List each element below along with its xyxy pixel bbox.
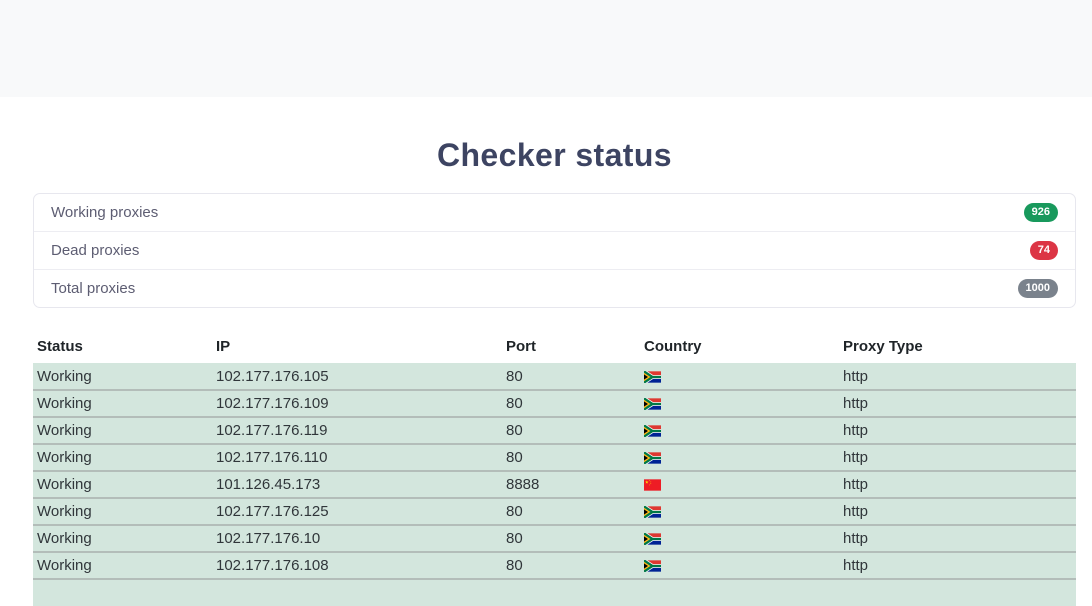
table-row-partial xyxy=(33,579,1076,606)
country-cell xyxy=(640,579,839,606)
ip-cell: 102.177.176.109 xyxy=(212,390,502,417)
summary-label: Total proxies xyxy=(51,278,135,299)
country-cell xyxy=(640,390,839,417)
country-flag-icon-za xyxy=(644,533,661,545)
status-cell: Working xyxy=(33,525,212,552)
page-title: Checker status xyxy=(33,133,1076,178)
country-flag-icon xyxy=(644,588,661,600)
main-container: Checker status Working proxies 926 Dead … xyxy=(33,133,1076,606)
summary-item-working: Working proxies 926 xyxy=(34,194,1075,231)
status-cell: Working xyxy=(33,471,212,498)
port-cell: 80 xyxy=(502,498,640,525)
proxy-table-body: Working 102.177.176.105 80 http Working … xyxy=(33,363,1076,606)
column-header-ip: IP xyxy=(212,332,502,363)
status-cell xyxy=(33,579,212,606)
ip-cell xyxy=(212,579,502,606)
proxy-type-cell: http xyxy=(839,525,1076,552)
country-flag-icon-za xyxy=(644,425,661,437)
status-cell: Working xyxy=(33,363,212,390)
country-flag-icon-za xyxy=(644,398,661,410)
working-count-badge: 926 xyxy=(1024,203,1058,222)
dead-count-badge: 74 xyxy=(1030,241,1058,260)
proxy-type-cell: http xyxy=(839,390,1076,417)
port-cell: 8888 xyxy=(502,471,640,498)
proxy-type-cell: http xyxy=(839,498,1076,525)
table-row: Working 102.177.176.105 80 http xyxy=(33,363,1076,390)
summary-item-total: Total proxies 1000 xyxy=(34,269,1075,307)
ip-cell: 102.177.176.105 xyxy=(212,363,502,390)
ip-cell: 102.177.176.125 xyxy=(212,498,502,525)
proxy-type-cell: http xyxy=(839,363,1076,390)
table-row: Working 102.177.176.110 80 http xyxy=(33,444,1076,471)
table-row: Working 102.177.176.109 80 http xyxy=(33,390,1076,417)
status-cell: Working xyxy=(33,552,212,579)
status-cell: Working xyxy=(33,417,212,444)
summary-label: Dead proxies xyxy=(51,240,139,261)
port-cell: 80 xyxy=(502,525,640,552)
ip-cell: 102.177.176.119 xyxy=(212,417,502,444)
proxy-type-cell xyxy=(839,579,1076,606)
ip-cell: 102.177.176.110 xyxy=(212,444,502,471)
proxy-type-cell: http xyxy=(839,471,1076,498)
country-cell xyxy=(640,471,839,498)
table-row: Working 102.177.176.10 80 http xyxy=(33,525,1076,552)
total-count-badge: 1000 xyxy=(1018,279,1058,298)
proxy-table-header: Status IP Port Country Proxy Type xyxy=(33,332,1076,363)
column-header-port: Port xyxy=(502,332,640,363)
country-flag-icon-za xyxy=(644,560,661,572)
summary-item-dead: Dead proxies 74 xyxy=(34,231,1075,269)
table-row: Working 101.126.45.173 8888 http xyxy=(33,471,1076,498)
country-cell xyxy=(640,525,839,552)
table-row: Working 102.177.176.108 80 http xyxy=(33,552,1076,579)
column-header-status: Status xyxy=(33,332,212,363)
proxy-type-cell: http xyxy=(839,444,1076,471)
country-cell xyxy=(640,363,839,390)
country-flag-icon-za xyxy=(644,452,661,464)
country-flag-icon-cn xyxy=(644,479,661,491)
proxy-type-cell: http xyxy=(839,417,1076,444)
status-cell: Working xyxy=(33,390,212,417)
port-cell: 80 xyxy=(502,390,640,417)
top-bar xyxy=(0,0,1092,97)
status-cell: Working xyxy=(33,444,212,471)
summary-label: Working proxies xyxy=(51,202,158,223)
ip-cell: 102.177.176.108 xyxy=(212,552,502,579)
port-cell: 80 xyxy=(502,417,640,444)
summary-list: Working proxies 926 Dead proxies 74 Tota… xyxy=(33,193,1076,308)
country-cell xyxy=(640,444,839,471)
country-cell xyxy=(640,552,839,579)
port-cell: 80 xyxy=(502,363,640,390)
proxy-type-cell: http xyxy=(839,552,1076,579)
port-cell xyxy=(502,579,640,606)
table-row: Working 102.177.176.125 80 http xyxy=(33,498,1076,525)
country-cell xyxy=(640,498,839,525)
column-header-country: Country xyxy=(640,332,839,363)
ip-cell: 101.126.45.173 xyxy=(212,471,502,498)
country-flag-icon-za xyxy=(644,506,661,518)
country-flag-icon-za xyxy=(644,371,661,383)
column-header-proxy-type: Proxy Type xyxy=(839,332,1076,363)
table-row: Working 102.177.176.119 80 http xyxy=(33,417,1076,444)
port-cell: 80 xyxy=(502,444,640,471)
ip-cell: 102.177.176.10 xyxy=(212,525,502,552)
port-cell: 80 xyxy=(502,552,640,579)
status-cell: Working xyxy=(33,498,212,525)
country-cell xyxy=(640,417,839,444)
proxy-table: Status IP Port Country Proxy Type Workin… xyxy=(33,332,1076,606)
